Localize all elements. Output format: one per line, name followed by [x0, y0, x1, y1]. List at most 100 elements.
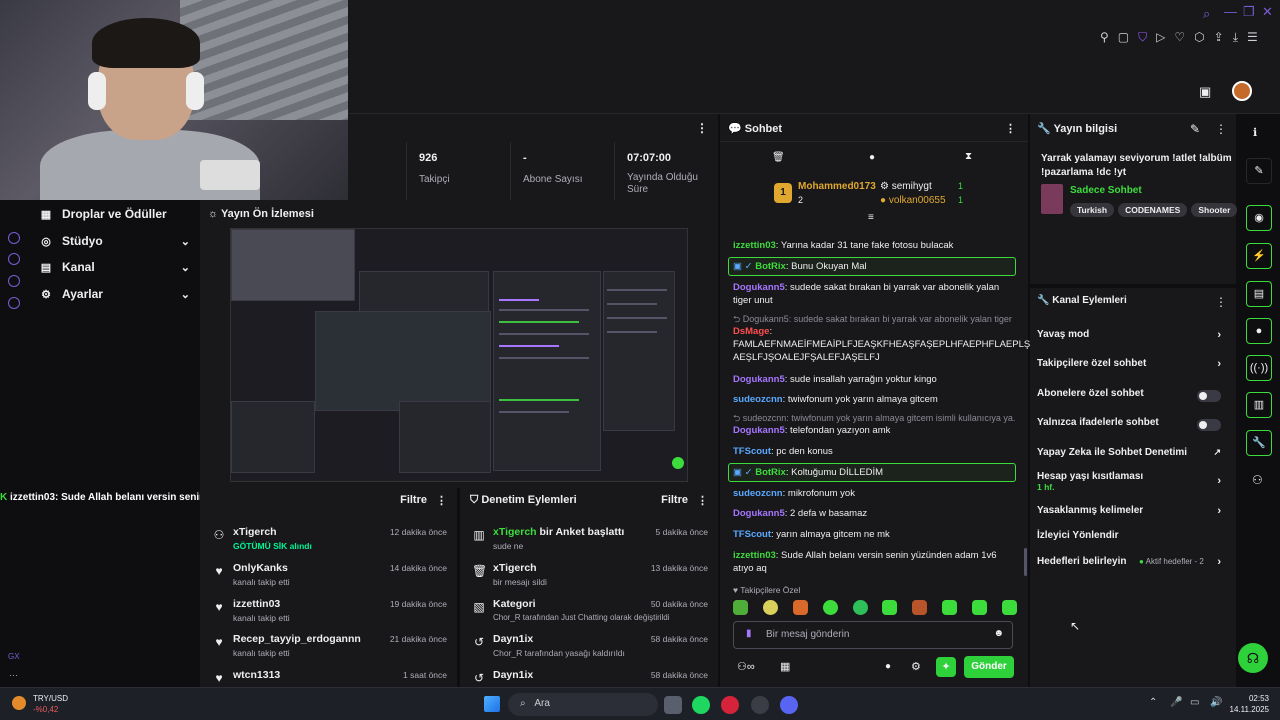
- emote[interactable]: [733, 600, 748, 615]
- download-icon[interactable]: ⤓: [1233, 30, 1238, 45]
- screenshot-icon[interactable]: ▢: [1118, 30, 1129, 44]
- list-item[interactable]: ↺ Dayn1ix 58 dakika önce: [460, 667, 718, 687]
- chat-message[interactable]: izzettin03: Yarına kadar 31 tane fake fo…: [733, 239, 1015, 252]
- filter-button[interactable]: Filtre: [400, 494, 427, 506]
- nav-drops[interactable]: ▦ Droplar ve Ödüller: [40, 201, 190, 227]
- emote[interactable]: [822, 600, 838, 615]
- leader-name[interactable]: Mohammed0173: [798, 181, 876, 192]
- wrench-icon[interactable]: 🔧: [1246, 430, 1272, 456]
- more-icon[interactable]: ⋮: [1215, 122, 1227, 136]
- monitor-icon[interactable]: ▭: [1190, 697, 1199, 708]
- extensions-icon[interactable]: ⬡: [1194, 30, 1204, 44]
- hourglass-icon[interactable]: ⧗: [965, 151, 972, 162]
- leaderboard-item[interactable]: ⚙ semihygt: [880, 181, 932, 192]
- subs-only-row[interactable]: Abonelere özel sohbet: [1037, 388, 1227, 408]
- infinity-icon[interactable]: ⚇∞: [737, 660, 755, 673]
- chat-message[interactable]: DsMage: FAMLAEFNMAEİFMEAİPLFJEAŞKFHEAŞFA…: [733, 325, 1036, 364]
- camera-icon[interactable]: ◉: [1246, 205, 1272, 231]
- list-item[interactable]: ▧ Kategori Chor_R tarafından Just Chatti…: [460, 596, 718, 632]
- chat-message[interactable]: sudeozcnn: mikrofonum yok: [733, 487, 1015, 500]
- maximize-icon[interactable]: ❐: [1243, 4, 1255, 20]
- list-item[interactable]: ↺ Dayn1ix Chor_R tarafından yasağı kaldı…: [460, 631, 718, 667]
- emote[interactable]: [1001, 600, 1017, 615]
- list-item[interactable]: ♥ Recep_tayyip_erdogannn kanalı takip et…: [200, 631, 457, 667]
- mic-icon[interactable]: 🎤: [1170, 697, 1182, 708]
- chat-icon[interactable]: ●: [1246, 318, 1272, 344]
- more-icon[interactable]: ⋮: [1005, 122, 1016, 135]
- chat-message-bot[interactable]: ▣ ✓ BotRix: Bunu Okuyan Mal: [728, 257, 1016, 276]
- more-icon[interactable]: ⋮: [436, 494, 447, 507]
- weather-icon[interactable]: [12, 696, 26, 710]
- nav-studio[interactable]: ◎ Stüdyo ⌄: [40, 228, 190, 254]
- chat-message[interactable]: Dogukann5: telefondan yazıyon amk: [733, 424, 1015, 437]
- settings-icon[interactable]: [8, 297, 20, 309]
- emote[interactable]: [792, 600, 808, 615]
- emote[interactable]: [912, 600, 928, 615]
- taskbar-search[interactable]: ⌕ Ara: [508, 693, 658, 716]
- layout-icon[interactable]: ▥: [1246, 392, 1272, 418]
- chat-message[interactable]: TFScout: pc den konus: [733, 445, 1015, 458]
- opera-gx-icon[interactable]: [721, 696, 739, 714]
- chevron-up-icon[interactable]: ⌃: [1149, 697, 1157, 708]
- info-icon[interactable]: ℹ: [1253, 126, 1257, 139]
- help-icon[interactable]: ☊: [1238, 643, 1268, 673]
- emote[interactable]: [942, 600, 958, 615]
- list-item[interactable]: 🗑 xTigerch bir mesajı sildi 13 dakika ön…: [460, 560, 718, 596]
- subs-only-toggle[interactable]: [1197, 390, 1221, 402]
- share-icon[interactable]: ⚇: [1252, 473, 1263, 487]
- shield-icon[interactable]: ⛉: [1138, 30, 1147, 45]
- more-icon[interactable]: ⋮: [696, 121, 708, 135]
- play-icon[interactable]: ▷: [1156, 30, 1165, 44]
- list-item[interactable]: ▥ xTigerch bir Anket başlattı sude ne 5 …: [460, 524, 718, 560]
- broadcast-icon[interactable]: ((·)): [1246, 355, 1272, 381]
- emoji-icon[interactable]: ☻: [993, 628, 1004, 639]
- task-view-icon[interactable]: [664, 696, 682, 714]
- wallet-icon[interactable]: ▣: [1199, 84, 1211, 100]
- spotify-icon[interactable]: [692, 696, 710, 714]
- emote[interactable]: [882, 600, 898, 615]
- tag[interactable]: CODENAMES: [1118, 203, 1188, 217]
- emote[interactable]: [852, 600, 868, 615]
- emote-only-toggle[interactable]: [1197, 419, 1221, 431]
- lightning-icon[interactable]: ⚡: [1246, 243, 1272, 269]
- rail-icon[interactable]: [8, 275, 20, 287]
- chat-message[interactable]: sudeozcnn: twiwfonum yok yarın almaya gi…: [733, 393, 1015, 406]
- nav-channel[interactable]: ▤ Kanal ⌄: [40, 254, 190, 280]
- clock[interactable]: 02:53 14.11.2025: [1229, 693, 1269, 715]
- menu-icon[interactable]: ☰: [1247, 30, 1258, 44]
- gear-icon[interactable]: ⚙: [911, 660, 921, 673]
- chat-message[interactable]: izzettin03: Sude Allah belanı versin sen…: [733, 549, 1015, 575]
- chat-message[interactable]: Dogukann5: sude insallah yarrağın yoktur…: [733, 373, 1015, 386]
- more-icon[interactable]: ⋮: [1215, 295, 1227, 309]
- account-age-row[interactable]: Hesap yaşı kısıtlaması 1 hf. ›: [1037, 471, 1227, 497]
- banned-words-row[interactable]: Yasaklanmış kelimeler ›: [1037, 505, 1227, 525]
- stream-preview-video[interactable]: [230, 228, 688, 482]
- slow-mode-row[interactable]: Yavaş mod ›: [1037, 329, 1227, 349]
- category-name[interactable]: Sadece Sohbet: [1070, 185, 1142, 196]
- tag[interactable]: Shooter: [1191, 203, 1238, 217]
- app-icon[interactable]: [751, 696, 769, 714]
- send-button[interactable]: Gönder: [964, 656, 1014, 678]
- goals-row[interactable]: Hedefleri belirleyin ● Aktif hedefler - 2…: [1037, 556, 1227, 576]
- chat-message-bot[interactable]: ▣ ✓ BotRix: Koltuğumu DİLLEDİM: [728, 463, 1016, 482]
- edit-icon[interactable]: ✎: [1246, 158, 1272, 184]
- trash-icon[interactable]: 🗑: [772, 152, 785, 163]
- close-icon[interactable]: ✕: [1262, 4, 1273, 20]
- rail-icon[interactable]: [8, 232, 20, 244]
- list-item[interactable]: ⚇ xTigerch GÖTÜMÜ SİK alındı 12 dakika ö…: [200, 524, 457, 560]
- avatar[interactable]: [1232, 81, 1252, 101]
- list-item[interactable]: ♥ wtcn1313 1 saat önce: [200, 667, 457, 687]
- list-item[interactable]: ♥ OnlyKanks kanalı takip etti 14 dakika …: [200, 560, 457, 596]
- rail-icon[interactable]: [8, 253, 20, 265]
- pin-icon[interactable]: ≡: [868, 212, 874, 223]
- document-icon[interactable]: ▤: [1246, 281, 1272, 307]
- chat-bubble-icon[interactable]: ●: [885, 661, 891, 672]
- emote-picker-icon[interactable]: ✦: [936, 657, 956, 677]
- list-item[interactable]: ♥ izzettin03 kanalı takip etti 19 dakika…: [200, 596, 457, 632]
- chat-message[interactable]: Dogukann5: 2 defa w basamaz: [733, 507, 1015, 520]
- heart-icon[interactable]: ♡: [1174, 30, 1185, 44]
- more-icon[interactable]: ···: [9, 670, 18, 680]
- redirect-viewers-row[interactable]: İzleyici Yönlendir: [1037, 530, 1227, 550]
- chat-input[interactable]: ▮ Bir mesaj gönderin ☻: [733, 621, 1013, 649]
- chat-scrollbar[interactable]: [1024, 548, 1027, 576]
